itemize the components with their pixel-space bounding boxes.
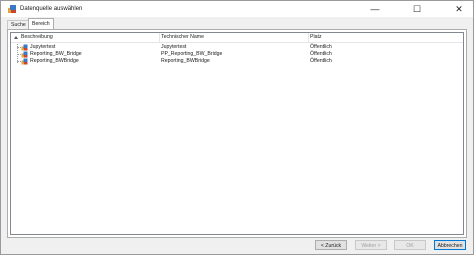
row-place: Öffentlich bbox=[310, 58, 332, 64]
minimize-icon: — bbox=[370, 4, 380, 14]
table-header: Beschreibung Technischer Name Platz bbox=[11, 33, 463, 43]
row-description: Reporting_BW_Bridge bbox=[30, 51, 82, 57]
row-place: Öffentlich bbox=[310, 51, 332, 57]
table-row[interactable]: Reporting_BW_Bridge PP_Reporting_BW_Brid… bbox=[11, 51, 463, 58]
column-header-technical-name[interactable]: Technischer Name bbox=[161, 33, 204, 42]
column-divider[interactable] bbox=[159, 33, 160, 42]
data-source-icon bbox=[21, 51, 28, 58]
row-technical-name: PP_Reporting_BW_Bridge bbox=[161, 51, 223, 57]
row-technical-name: Jupytertest bbox=[161, 44, 187, 50]
table-row[interactable]: Jupytertest Jupytertest Öffentlich bbox=[11, 44, 463, 51]
window-title: Datenquelle auswählen bbox=[20, 6, 83, 12]
tab-label: Bereich bbox=[32, 21, 50, 27]
next-button[interactable]: Weiter > bbox=[355, 240, 387, 250]
maximize-icon: ☐ bbox=[412, 3, 422, 14]
table-row[interactable]: Reporting_BWBridge Reporting_BWBridge Öf… bbox=[11, 58, 463, 65]
cancel-button[interactable]: Abbrechen bbox=[434, 240, 466, 250]
row-description: Jupytertest bbox=[30, 44, 56, 50]
row-place: Öffentlich bbox=[310, 44, 332, 50]
back-button[interactable]: < Zurück bbox=[315, 240, 347, 250]
data-source-icon bbox=[21, 44, 28, 51]
minimize-button[interactable]: — bbox=[361, 1, 389, 17]
data-source-icon bbox=[21, 58, 28, 65]
column-divider[interactable] bbox=[308, 33, 309, 42]
row-technical-name: Reporting_BWBridge bbox=[161, 58, 210, 64]
close-button[interactable]: ✕ bbox=[445, 1, 473, 17]
data-source-table: Beschreibung Technischer Name Platz Jupy… bbox=[10, 32, 464, 235]
sort-ascending-icon bbox=[14, 36, 18, 39]
dialog-window: Datenquelle auswählen — ☐ ✕ Suche Bereic… bbox=[0, 0, 474, 255]
column-header-description[interactable]: Beschreibung bbox=[21, 33, 53, 42]
column-header-place[interactable]: Platz bbox=[310, 33, 322, 42]
tab-label: Suche bbox=[11, 22, 26, 28]
tab-panel-bereich: Beschreibung Technischer Name Platz Jupy… bbox=[7, 29, 467, 238]
close-icon: ✕ bbox=[455, 3, 463, 14]
maximize-button[interactable]: ☐ bbox=[403, 1, 431, 17]
row-description: Reporting_BWBridge bbox=[30, 58, 79, 64]
ok-button[interactable]: OK bbox=[394, 240, 426, 250]
title-bar[interactable]: Datenquelle auswählen — ☐ ✕ bbox=[1, 1, 473, 17]
app-icon bbox=[8, 5, 16, 13]
